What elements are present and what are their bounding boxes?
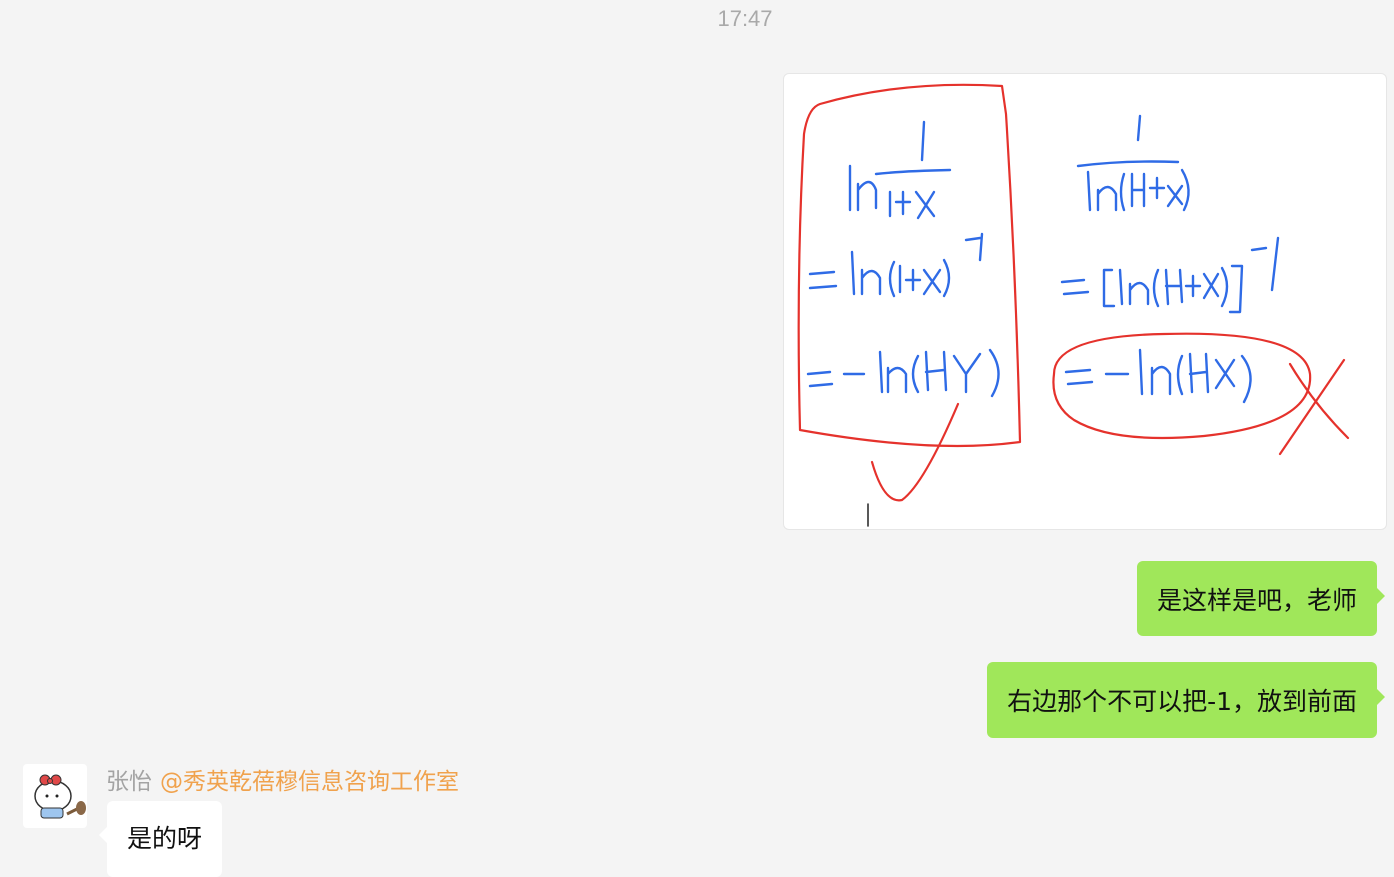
avatar[interactable] <box>23 764 87 828</box>
incoming-message[interactable]: 是的呀 <box>98 801 223 877</box>
mention-link[interactable]: @秀英乾蓓穆信息咨询工作室 <box>160 769 459 795</box>
handwritten-math-image <box>797 83 1350 527</box>
message-text: 是这样是吧，老师 <box>1156 585 1357 615</box>
timestamp: 17:47 <box>717 6 773 31</box>
sender-name: 张怡 <box>106 769 152 795</box>
sender-line: 张怡 @秀英乾蓓穆信息咨询工作室 <box>106 762 459 796</box>
image-message[interactable] <box>783 73 1387 530</box>
message-text: 右边那个不可以把-1，放到前面 <box>1007 687 1357 716</box>
message-text: 是的呀 <box>127 824 203 853</box>
outgoing-message[interactable]: 右边那个不可以把-1，放到前面 <box>987 662 1385 738</box>
outgoing-message[interactable]: 是这样是吧，老师 <box>1136 561 1386 636</box>
cartoon-cat-avatar-icon <box>34 774 86 819</box>
